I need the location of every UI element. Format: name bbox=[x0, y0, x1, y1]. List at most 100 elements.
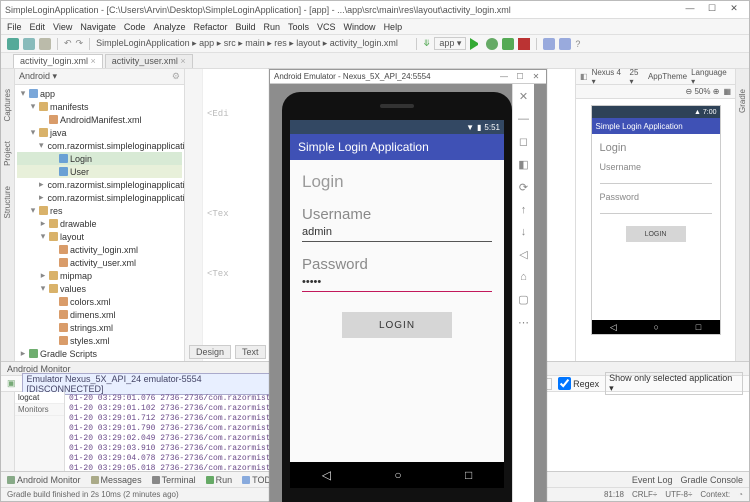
tree-node[interactable]: activity_login.xml bbox=[17, 243, 182, 256]
tool-gradle[interactable]: Gradle bbox=[738, 89, 747, 113]
menu-window[interactable]: Window bbox=[344, 22, 376, 32]
tab-logcat[interactable]: logcat bbox=[15, 392, 64, 404]
tree-node[interactable]: ▸com.razormist.simpleloginapplication (a… bbox=[17, 178, 182, 191]
tab-text[interactable]: Text bbox=[235, 345, 266, 359]
help-icon[interactable]: ? bbox=[575, 39, 580, 49]
emu-tool-icon[interactable]: ◻ bbox=[519, 135, 528, 148]
preview-api-dropdown[interactable]: 25 ▾ bbox=[630, 68, 644, 86]
preview-settings-icon[interactable]: ▦ bbox=[723, 87, 731, 96]
menu-navigate[interactable]: Navigate bbox=[80, 22, 116, 32]
emu-min-button[interactable]: — bbox=[498, 72, 510, 81]
emu-tool-icon[interactable]: ⋯ bbox=[518, 316, 529, 329]
emu-login-button[interactable]: LOGIN bbox=[342, 312, 452, 338]
preview-device-dropdown[interactable]: Nexus 4 ▾ bbox=[592, 68, 626, 86]
emu-tool-icon[interactable]: — bbox=[518, 113, 529, 125]
open-icon[interactable] bbox=[7, 38, 19, 50]
menu-help[interactable]: Help bbox=[384, 22, 403, 32]
tree-node[interactable]: User bbox=[17, 165, 182, 178]
editor-tab[interactable]: activity_user.xml × bbox=[105, 54, 193, 68]
undo-icon[interactable]: ↶ bbox=[64, 38, 72, 49]
emu-softkeys[interactable]: ◁○□ bbox=[290, 462, 504, 488]
window-close-button[interactable]: ✕ bbox=[723, 3, 745, 17]
preview-lang-dropdown[interactable]: Language ▾ bbox=[691, 68, 731, 86]
sync-icon[interactable] bbox=[39, 38, 51, 50]
tree-node[interactable]: AndroidManifest.xml bbox=[17, 113, 182, 126]
menu-file[interactable]: File bbox=[7, 22, 22, 32]
redo-icon[interactable]: ↷ bbox=[76, 38, 84, 49]
tool-captures[interactable]: Captures bbox=[3, 89, 12, 121]
editor-tab[interactable]: activity_login.xml × bbox=[13, 54, 103, 68]
file-encoding[interactable]: UTF-8÷ bbox=[665, 490, 692, 499]
breadcrumb[interactable]: SimpleLoginApplication ▸ app ▸ src ▸ mai… bbox=[96, 38, 398, 49]
run-config-dropdown[interactable]: app ▾ bbox=[434, 37, 466, 50]
tree-node[interactable]: ▾java bbox=[17, 126, 182, 139]
menu-edit[interactable]: Edit bbox=[30, 22, 46, 32]
save-icon[interactable] bbox=[23, 38, 35, 50]
tree-node[interactable]: ▾layout bbox=[17, 230, 182, 243]
tree-node[interactable]: strings.xml bbox=[17, 321, 182, 334]
preview-theme-dropdown[interactable]: AppTheme bbox=[648, 72, 687, 81]
make-icon[interactable]: ⤋ bbox=[423, 38, 431, 49]
tree-node[interactable]: ▾app bbox=[17, 87, 182, 100]
project-view-selector[interactable]: Android ▾ ⚙ bbox=[15, 69, 184, 85]
emu-tool-icon[interactable]: ✕ bbox=[519, 90, 528, 103]
menu-run[interactable]: Run bbox=[264, 22, 281, 32]
tree-node[interactable]: styles.xml bbox=[17, 334, 182, 347]
menu-view[interactable]: View bbox=[53, 22, 72, 32]
menu-vcs[interactable]: VCS bbox=[317, 22, 336, 32]
tree-node[interactable]: dimens.xml bbox=[17, 308, 182, 321]
tree-node[interactable]: activity_user.xml bbox=[17, 256, 182, 269]
emu-username-input[interactable] bbox=[302, 223, 492, 242]
debug-icon[interactable] bbox=[486, 38, 498, 50]
caret-position[interactable]: 81:18 bbox=[604, 490, 624, 499]
tree-node[interactable]: Login bbox=[17, 152, 182, 165]
run-icon[interactable] bbox=[470, 38, 482, 50]
emu-tool-icon[interactable]: ◁ bbox=[519, 248, 527, 261]
stop-icon[interactable] bbox=[518, 38, 530, 50]
emu-tool-icon[interactable]: ⌂ bbox=[520, 271, 527, 283]
avd-icon[interactable] bbox=[543, 38, 555, 50]
emu-tool-icon[interactable]: ◧ bbox=[518, 158, 528, 171]
window-min-button[interactable]: — bbox=[679, 3, 701, 17]
menu-build[interactable]: Build bbox=[235, 22, 255, 32]
tab-monitors[interactable]: Monitors bbox=[15, 404, 64, 416]
emu-max-button[interactable]: ☐ bbox=[514, 72, 526, 81]
tree-node[interactable]: ▾manifests bbox=[17, 100, 182, 113]
tree-node[interactable]: ▸Gradle Scripts bbox=[17, 347, 182, 360]
tab-terminal[interactable]: Terminal bbox=[152, 475, 196, 485]
menu-analyze[interactable]: Analyze bbox=[153, 22, 185, 32]
gear-icon[interactable]: ⚙ bbox=[172, 71, 180, 82]
line-separator[interactable]: CRLF÷ bbox=[632, 490, 657, 499]
sdk-icon[interactable] bbox=[559, 38, 571, 50]
tree-node[interactable]: ▾com.razormist.simpleloginapplication bbox=[17, 139, 182, 152]
tree-node[interactable]: ▸drawable bbox=[17, 217, 182, 230]
emu-tool-icon[interactable]: ⟳ bbox=[519, 181, 528, 194]
project-tree[interactable]: ▾app▾manifestsAndroidManifest.xml▾java▾c… bbox=[15, 85, 184, 361]
menu-refactor[interactable]: Refactor bbox=[193, 22, 227, 32]
tool-structure[interactable]: Structure bbox=[3, 186, 12, 218]
preview-zoom[interactable]: ⊖ 50% ⊕ bbox=[686, 87, 720, 96]
tab-messages[interactable]: Messages bbox=[91, 475, 142, 485]
tree-node[interactable]: ▾res bbox=[17, 204, 182, 217]
tree-node[interactable]: ▸com.razormist.simpleloginapplication (t… bbox=[17, 191, 182, 204]
emu-close-button[interactable]: ✕ bbox=[530, 72, 542, 81]
attach-icon[interactable] bbox=[502, 38, 514, 50]
regex-checkbox[interactable]: Regex bbox=[558, 377, 599, 390]
tab-gradle-console[interactable]: Gradle Console bbox=[680, 475, 743, 485]
tree-node[interactable]: ▾values bbox=[17, 282, 182, 295]
window-max-button[interactable]: ☐ bbox=[701, 3, 723, 17]
emu-tool-icon[interactable]: ↓ bbox=[521, 226, 527, 238]
menu-tools[interactable]: Tools bbox=[288, 22, 309, 32]
tab-run[interactable]: Run bbox=[206, 475, 233, 485]
emu-password-input[interactable] bbox=[302, 273, 492, 292]
tab-event-log[interactable]: Event Log bbox=[632, 475, 673, 485]
tab-android-monitor[interactable]: Android Monitor bbox=[7, 475, 81, 485]
emu-tool-icon[interactable]: ▢ bbox=[518, 293, 528, 306]
emulator-window[interactable]: Android Emulator - Nexus_5X_API_24:5554 … bbox=[269, 69, 547, 502]
tree-node[interactable]: colors.xml bbox=[17, 295, 182, 308]
tree-node[interactable]: ▸mipmap bbox=[17, 269, 182, 282]
tab-design[interactable]: Design bbox=[189, 345, 231, 359]
menu-code[interactable]: Code bbox=[124, 22, 146, 32]
tool-project[interactable]: Project bbox=[3, 141, 12, 166]
emu-tool-icon[interactable]: ↑ bbox=[521, 204, 527, 216]
